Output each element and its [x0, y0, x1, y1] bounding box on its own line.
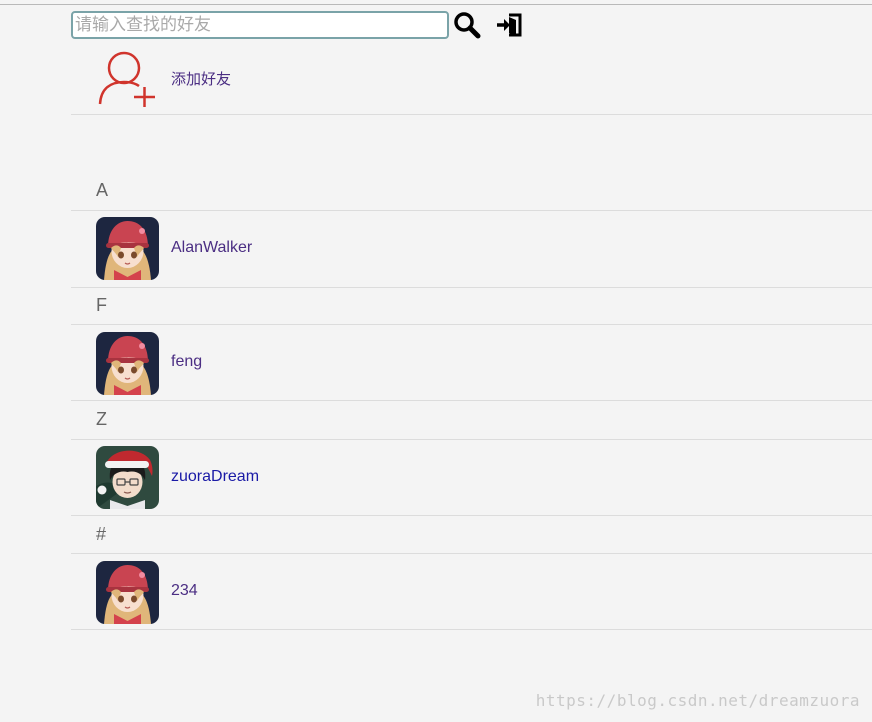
- group-header-f: F: [71, 287, 872, 325]
- santa-boy-avatar: [96, 446, 159, 509]
- search-icon: [454, 12, 481, 39]
- add-user-icon: [98, 51, 155, 107]
- group-letter: F: [96, 295, 107, 315]
- group-letter: A: [96, 180, 109, 200]
- search-input[interactable]: [71, 11, 449, 39]
- watermark: https://blog.csdn.net/dreamzuora: [535, 691, 860, 710]
- sign-in-icon: [497, 13, 522, 37]
- group-header-other: #: [71, 516, 872, 554]
- friend-row[interactable]: feng: [71, 325, 872, 401]
- group-header-a: A: [71, 172, 872, 211]
- friend-list-page: 添加好友 A AlanWalker F: [0, 0, 872, 722]
- group-letter: Z: [96, 409, 107, 429]
- search-button[interactable]: [452, 10, 482, 40]
- friend-row[interactable]: zuoraDream: [71, 440, 872, 516]
- friend-row[interactable]: AlanWalker: [71, 211, 872, 288]
- friend-row[interactable]: 234: [71, 554, 872, 630]
- friend-name: 234: [171, 582, 198, 599]
- top-divider: [0, 4, 872, 5]
- umaru-avatar: [96, 332, 159, 395]
- add-friend-label: 添加好友: [171, 70, 232, 88]
- group-header-z: Z: [71, 401, 872, 440]
- umaru-avatar: [96, 217, 159, 280]
- umaru-avatar: [96, 561, 159, 624]
- group-letter: #: [96, 524, 107, 544]
- search-toolbar: [71, 10, 524, 40]
- friend-name: AlanWalker: [171, 239, 253, 256]
- logout-button[interactable]: [494, 10, 524, 40]
- add-friend-row[interactable]: 添加好友: [71, 46, 872, 115]
- friend-name: feng: [171, 353, 203, 370]
- friend-name: zuoraDream: [171, 468, 260, 485]
